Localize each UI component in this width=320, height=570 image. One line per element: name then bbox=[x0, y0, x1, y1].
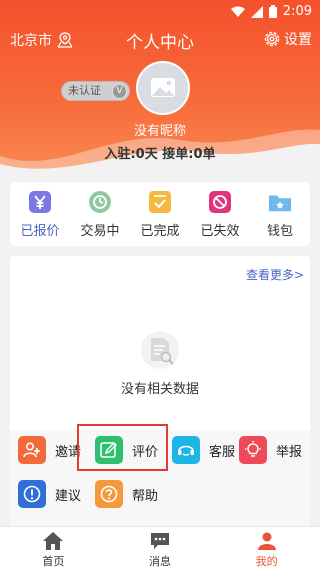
invalid-icon bbox=[208, 190, 232, 214]
message-icon bbox=[151, 533, 169, 549]
order-invalid[interactable]: 已失效 bbox=[190, 182, 250, 246]
person-icon bbox=[257, 532, 276, 550]
signal-icon bbox=[250, 5, 263, 18]
verify-icon: V bbox=[112, 84, 127, 99]
customer-service-button[interactable]: 客服 bbox=[172, 436, 235, 464]
gear-icon bbox=[264, 31, 280, 47]
order-status-bar: 已报价 交易中 已完成 已失效 钱包 bbox=[10, 182, 310, 246]
report-icon bbox=[239, 436, 267, 464]
order-invalid-label: 已失效 bbox=[200, 224, 240, 239]
report-button[interactable]: 举报 bbox=[239, 436, 302, 464]
tab-messages[interactable]: 消息 bbox=[107, 527, 214, 570]
certification-badge[interactable]: 未认证 V bbox=[61, 81, 130, 101]
cert-label: 未认证 bbox=[68, 84, 101, 97]
status-time: 2:09 bbox=[282, 4, 312, 19]
settings-label: 设置 bbox=[284, 32, 312, 48]
invite-icon bbox=[18, 436, 46, 464]
tab-home[interactable]: 首页 bbox=[0, 527, 107, 570]
help-button[interactable]: 帮助 bbox=[95, 480, 158, 508]
suggestion-button[interactable]: 建议 bbox=[18, 480, 81, 508]
tab-mine[interactable]: 我的 bbox=[213, 527, 320, 570]
order-trading[interactable]: 交易中 bbox=[70, 182, 130, 246]
headset-icon bbox=[172, 436, 200, 464]
order-completed-label: 已完成 bbox=[140, 224, 180, 239]
see-more-link[interactable]: 查看更多> bbox=[246, 266, 304, 283]
records-panel: 查看更多> 没有相关数据 bbox=[10, 256, 310, 436]
profile-stats: 入驻:0天 接单:0单 bbox=[104, 147, 216, 162]
bottom-tab-bar: 首页 消息 我的 bbox=[0, 526, 320, 570]
customer-service-label: 客服 bbox=[209, 444, 236, 460]
suggestion-label: 建议 bbox=[55, 488, 82, 504]
completed-icon bbox=[148, 190, 172, 214]
order-quoted-label: 已报价 bbox=[20, 224, 60, 239]
wifi-icon bbox=[230, 6, 245, 17]
order-wallet[interactable]: 钱包 bbox=[250, 182, 310, 246]
tab-home-label: 首页 bbox=[42, 555, 65, 568]
tab-messages-label: 消息 bbox=[149, 555, 171, 568]
order-completed[interactable]: 已完成 bbox=[130, 182, 190, 246]
home-icon bbox=[43, 532, 64, 550]
status-bar: 2:09 bbox=[0, 0, 320, 24]
order-wallet-label: 钱包 bbox=[266, 224, 293, 239]
trade-icon bbox=[88, 190, 112, 214]
help-label: 帮助 bbox=[132, 488, 159, 504]
top-bar: 北京市 个人中心 设置 bbox=[0, 26, 320, 54]
settings-button[interactable]: 设置 bbox=[263, 29, 312, 49]
empty-data-icon bbox=[141, 331, 179, 369]
invite-button[interactable]: 邀请 bbox=[18, 436, 81, 464]
order-quoted[interactable]: 已报价 bbox=[10, 182, 70, 246]
review-highlight-box bbox=[77, 424, 168, 471]
empty-data-text: 没有相关数据 bbox=[120, 382, 199, 397]
avatar[interactable] bbox=[136, 61, 190, 115]
help-icon bbox=[95, 480, 123, 508]
tab-mine-label: 我的 bbox=[255, 555, 278, 568]
order-trading-label: 交易中 bbox=[80, 224, 120, 239]
suggestion-icon bbox=[18, 480, 46, 508]
yen-icon bbox=[28, 190, 52, 214]
wallet-icon bbox=[268, 190, 292, 214]
battery-icon bbox=[268, 5, 277, 18]
report-label: 举报 bbox=[276, 444, 303, 460]
nickname: 没有昵称 bbox=[133, 124, 186, 139]
image-placeholder-icon bbox=[151, 78, 175, 97]
